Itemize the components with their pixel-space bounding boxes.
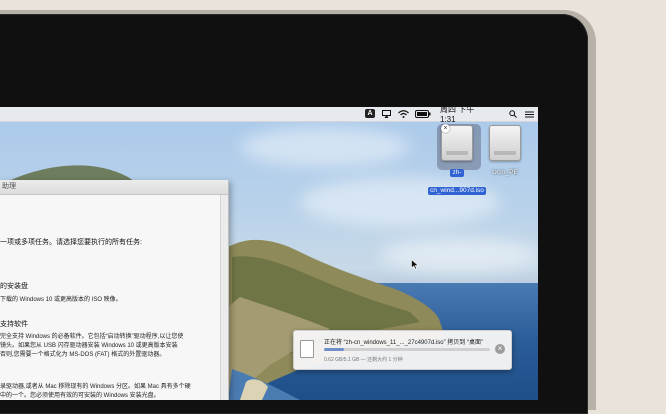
mouse-pointer-icon bbox=[411, 259, 419, 270]
ucm-pe-label: Ucm_PE bbox=[492, 169, 518, 176]
copy-progress-status: 0.62 GB/5.1 GB — 还剩大约 1 分钟 bbox=[324, 357, 403, 363]
copy-progress-title: 正在将 “zh-cn_windows_11_..._27c4907d.iso” … bbox=[324, 340, 483, 346]
menu-bar: A 周四 下午 1:31 bbox=[0, 107, 538, 124]
task-install-remove-desc-1: 录驱动器,或者从 Mac 移除现有的 Windows 分区。如果 Mac 具有多… bbox=[0, 384, 191, 390]
task-support-desc-1: 完全支持 Windows 的必备软件。它包括“启动转换”驱动程序,以让您使 bbox=[0, 334, 184, 340]
menubar-clock[interactable]: 周四 下午 1:31 bbox=[440, 107, 490, 124]
iso-label-line2: cn_wind...907d.iso bbox=[428, 187, 486, 195]
task-install-remove-desc-2: 中的一个。您必须使用有效的可安装的 Windows 安装光盘。 bbox=[0, 393, 160, 399]
boot-camp-assistant-window: 助理 一项或多项任务。请选择您要执行的所有任务: 的安装盘 下载的 Window… bbox=[0, 180, 229, 400]
wifi-icon[interactable] bbox=[397, 109, 409, 119]
battery-icon[interactable] bbox=[414, 109, 432, 119]
input-source-icon[interactable]: A bbox=[365, 109, 375, 118]
copy-progress-panel: 正在将 “zh-cn_windows_11_..._27c4907d.iso” … bbox=[293, 330, 512, 370]
control-center-icon[interactable] bbox=[524, 109, 534, 119]
task-install-disk-desc: 下载的 Windows 10 或更高版本的 ISO 映像。 bbox=[0, 297, 122, 303]
file-icon bbox=[300, 340, 314, 358]
search-icon[interactable] bbox=[508, 109, 518, 119]
copy-progress-fill bbox=[324, 348, 344, 351]
mac-desktop: A 周四 下午 1:31 zh- cn_wind...907d.iso × Uc… bbox=[0, 107, 538, 400]
desktop-icon-ucm-pe[interactable]: Ucm_PE bbox=[480, 125, 530, 179]
external-drive-icon bbox=[489, 125, 521, 161]
cancel-copy-icon[interactable]: × bbox=[495, 344, 505, 354]
iso-label-line1: zh- bbox=[450, 169, 464, 177]
eject-close-icon[interactable]: × bbox=[441, 124, 450, 133]
window-content: 一项或多项任务。请选择您要执行的所有任务: 的安装盘 下载的 Windows 1… bbox=[0, 195, 221, 400]
intro-text: 一项或多项任务。请选择您要执行的所有任务: bbox=[0, 239, 142, 246]
task-support-desc-2: 镜头。如果您从 USB 闪存驱动器安装 Windows 10 或更高版本安装 bbox=[0, 343, 178, 349]
task-support-desc-3: 否则,您需要一个格式化为 MS-DOS (FAT) 格式的外置驱动器。 bbox=[0, 352, 166, 358]
airplay-icon[interactable] bbox=[381, 109, 391, 119]
task-install-disk-title[interactable]: 的安装盘 bbox=[0, 283, 28, 291]
copy-progress-bar bbox=[324, 348, 490, 351]
task-support-software-title[interactable]: 支持软件 bbox=[0, 321, 28, 329]
window-title: 助理 bbox=[0, 180, 228, 195]
